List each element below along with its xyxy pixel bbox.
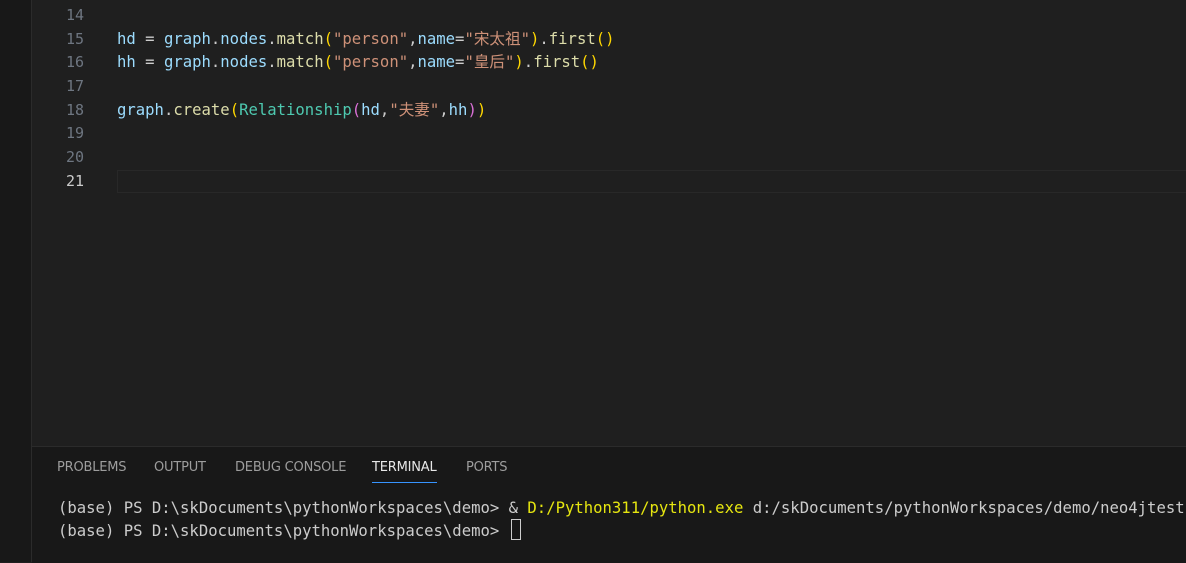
code-line-14: 14	[32, 4, 1186, 27]
tab-ports[interactable]: PORTS	[466, 460, 508, 482]
code-line-21-current[interactable]: 21	[32, 170, 1186, 193]
line-number: 21	[65, 172, 84, 190]
line-number: 16	[65, 53, 84, 71]
line-number: 15	[65, 30, 84, 48]
code-line-20: 20	[32, 146, 1186, 169]
code-line-16[interactable]: 16 hh = graph.nodes.match("person",name=…	[32, 51, 1186, 74]
code-line-19: 19	[32, 122, 1186, 145]
line-number: 14	[65, 6, 84, 24]
line-number: 19	[65, 124, 84, 142]
terminal-line-1[interactable]: (base) PS D:\skDocuments\pythonWorkspace…	[58, 497, 1186, 519]
line-number: 17	[65, 77, 84, 95]
terminal-line-2[interactable]: (base) PS D:\skDocuments\pythonWorkspace…	[58, 519, 521, 542]
tab-problems[interactable]: PROBLEMS	[57, 460, 127, 482]
terminal-argument: d:/skDocuments/pythonWorkspaces/demo/neo…	[743, 499, 1186, 517]
activity-bar-strip	[0, 0, 32, 562]
terminal-call-operator: &	[508, 499, 528, 517]
terminal-command: D:/Python311/python.exe	[527, 499, 744, 517]
tab-output[interactable]: OUTPUT	[154, 460, 206, 482]
code-text[interactable]: graph.create(Relationship(hd,"夫妻",hh))	[117, 99, 486, 122]
code-line-18[interactable]: 18 graph.create(Relationship(hd,"夫妻",hh)…	[32, 99, 1186, 122]
terminal-cursor	[510, 519, 521, 540]
tab-debug-console[interactable]: DEBUG CONSOLE	[235, 460, 346, 482]
code-text[interactable]: hh = graph.nodes.match("person",name="皇后…	[117, 51, 599, 74]
current-line-highlight	[117, 170, 1186, 193]
code-line-17: 17	[32, 75, 1186, 98]
tab-terminal[interactable]: TERMINAL	[372, 460, 437, 483]
code-editor[interactable]: 14 15 hd = graph.nodes.match("person",na…	[32, 0, 1186, 446]
terminal-prompt: (base) PS D:\skDocuments\pythonWorkspace…	[58, 499, 509, 517]
code-text[interactable]: hd = graph.nodes.match("person",name="宋太…	[117, 28, 615, 51]
bottom-panel: PROBLEMS OUTPUT DEBUG CONSOLE TERMINAL P…	[32, 446, 1186, 563]
code-line-15[interactable]: 15 hd = graph.nodes.match("person",name=…	[32, 28, 1186, 51]
terminal-prompt: (base) PS D:\skDocuments\pythonWorkspace…	[58, 522, 509, 540]
panel-tab-bar: PROBLEMS OUTPUT DEBUG CONSOLE TERMINAL P…	[32, 447, 1186, 487]
line-number: 18	[65, 101, 84, 119]
line-number: 20	[65, 148, 84, 166]
